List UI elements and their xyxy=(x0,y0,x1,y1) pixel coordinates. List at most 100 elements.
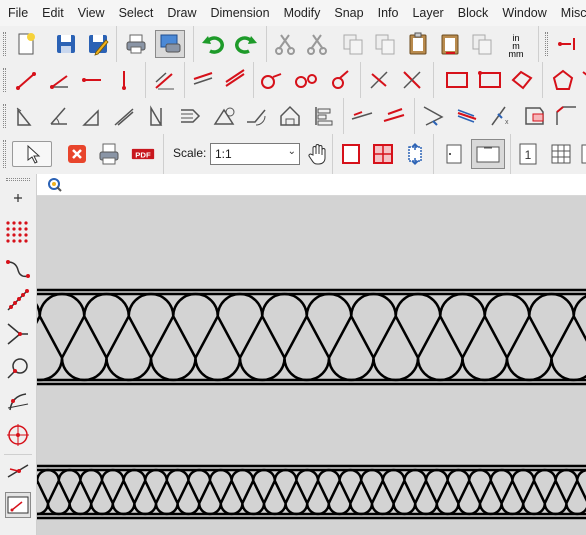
angular-dimension-button[interactable] xyxy=(46,103,72,129)
new-document-button[interactable] xyxy=(13,31,39,57)
cut-button[interactable] xyxy=(272,31,298,57)
multi-page-button[interactable] xyxy=(548,141,574,167)
toolbar-grip[interactable] xyxy=(3,140,6,168)
menu-modify[interactable]: Modify xyxy=(277,0,328,26)
cut-icon xyxy=(275,34,295,55)
portrait-button[interactable] xyxy=(441,141,467,167)
tolerance-button[interactable] xyxy=(277,103,303,129)
snap-free-button[interactable] xyxy=(5,185,31,211)
radial-dimension-button[interactable] xyxy=(177,103,203,129)
tangent-point-circle-button[interactable] xyxy=(258,67,284,93)
scale-select[interactable]: 1:1 ⌄ xyxy=(210,143,300,165)
snap-distance-button[interactable] xyxy=(5,389,31,415)
relative-angle-line-button[interactable] xyxy=(399,67,425,93)
menu-misc[interactable]: Misc xyxy=(554,0,586,26)
menu-info[interactable]: Info xyxy=(371,0,406,26)
align-text-button[interactable] xyxy=(310,103,336,129)
menu-dimension[interactable]: Dimension xyxy=(204,0,277,26)
snap-grid-button[interactable] xyxy=(5,219,31,245)
paste-transform-button[interactable] xyxy=(437,31,463,57)
restrict-nothing-button[interactable] xyxy=(5,492,31,518)
undo-button[interactable] xyxy=(200,31,226,57)
line-angle-button[interactable] xyxy=(46,67,72,93)
trim-button[interactable] xyxy=(349,103,375,129)
leader-button[interactable] xyxy=(243,103,269,129)
horizontal-dimension-button[interactable] xyxy=(79,103,105,129)
snap-center-button[interactable] xyxy=(5,321,31,347)
menu-edit[interactable]: Edit xyxy=(35,0,71,26)
offset-button[interactable] xyxy=(454,103,480,129)
bevel-button[interactable] xyxy=(553,103,579,129)
snap-middle-button[interactable] xyxy=(5,355,31,381)
menu-view[interactable]: View xyxy=(71,0,112,26)
toolbar-grip[interactable] xyxy=(3,104,6,128)
parallel-line-button[interactable] xyxy=(151,67,177,93)
center-vertically-button[interactable] xyxy=(402,141,428,167)
print-preview-button[interactable] xyxy=(155,30,185,58)
document-tab[interactable] xyxy=(47,177,63,193)
units-button[interactable]: in m mm xyxy=(503,31,529,59)
select-arrow-button[interactable] xyxy=(12,141,52,167)
center-page-button[interactable] xyxy=(370,141,396,167)
copy-button[interactable] xyxy=(340,31,366,57)
menu-draw[interactable]: Draw xyxy=(160,0,203,26)
rotated-rectangle-button[interactable] xyxy=(509,67,535,93)
stretch-button[interactable] xyxy=(521,103,547,129)
scale-label: Scale: xyxy=(173,146,207,160)
restrict-orthogonal-button[interactable] xyxy=(5,458,31,484)
line-two-points-button[interactable] xyxy=(13,67,39,93)
snap-on-entity-button[interactable] xyxy=(5,287,31,313)
menu-block[interactable]: Block xyxy=(451,0,496,26)
print-button[interactable] xyxy=(123,31,149,57)
copy-to-clipboard-button[interactable] xyxy=(469,31,495,57)
single-page-button[interactable]: 1 xyxy=(515,141,541,167)
diametric-dimension-button[interactable] xyxy=(145,103,171,129)
snap-intersection-button[interactable] xyxy=(5,422,31,448)
toolbar-grip[interactable] xyxy=(3,68,6,92)
line-tool-button[interactable] xyxy=(555,31,581,57)
fit-page-button[interactable] xyxy=(338,141,364,167)
copy-reference-button[interactable] xyxy=(372,31,398,57)
rectangle-button[interactable] xyxy=(444,67,470,93)
toolbar-grip[interactable] xyxy=(545,32,548,56)
menu-window[interactable]: Window xyxy=(495,0,553,26)
divide-button[interactable]: x xyxy=(487,103,513,129)
tangent-orthogonal-button[interactable] xyxy=(327,67,353,93)
horizontal-line-button[interactable] xyxy=(79,67,105,93)
menu-snap[interactable]: Snap xyxy=(327,0,370,26)
vertical-dimension-button[interactable] xyxy=(111,103,137,129)
parallel-through-point-button[interactable] xyxy=(190,67,216,93)
trim-two-button[interactable] xyxy=(381,103,407,129)
landscape-button[interactable] xyxy=(471,139,505,169)
print-button[interactable] xyxy=(96,141,122,167)
save-as-button[interactable] xyxy=(85,31,111,57)
menu-layer[interactable]: Layer xyxy=(405,0,450,26)
save-as-icon xyxy=(89,35,109,56)
export-pdf-button[interactable]: PDF xyxy=(129,141,157,167)
snap-endpoints-button[interactable] xyxy=(5,255,31,281)
save-button[interactable] xyxy=(53,31,79,57)
pan-button[interactable] xyxy=(305,141,331,167)
redo-button[interactable] xyxy=(233,31,259,57)
polygon-button[interactable] xyxy=(550,67,576,93)
paste-button[interactable] xyxy=(405,31,431,57)
polygon-corner-button[interactable] xyxy=(578,67,586,93)
cut-reference-button[interactable] xyxy=(304,31,330,57)
bisector-button[interactable] xyxy=(222,67,248,93)
toolbar-grip[interactable] xyxy=(6,178,30,181)
drawing-canvas[interactable] xyxy=(37,196,586,535)
arc-dimension-button[interactable] xyxy=(211,103,237,129)
vertical-line-button[interactable] xyxy=(111,67,137,93)
document-tab-strip xyxy=(37,174,586,196)
rectangle-two-points-button[interactable] xyxy=(477,67,503,93)
toolbar-grip[interactable] xyxy=(3,32,6,56)
menu-select[interactable]: Select xyxy=(112,0,161,26)
orthogonal-line-button[interactable] xyxy=(366,67,392,93)
close-preview-button[interactable] xyxy=(64,141,90,167)
lengthen-button[interactable] xyxy=(420,103,446,129)
aligned-dimension-button[interactable] xyxy=(13,103,39,129)
tangent-two-circles-button[interactable] xyxy=(293,67,319,93)
menu-file[interactable]: File xyxy=(0,0,35,26)
more-pages-button[interactable] xyxy=(578,141,586,167)
middle-icon xyxy=(7,358,28,379)
